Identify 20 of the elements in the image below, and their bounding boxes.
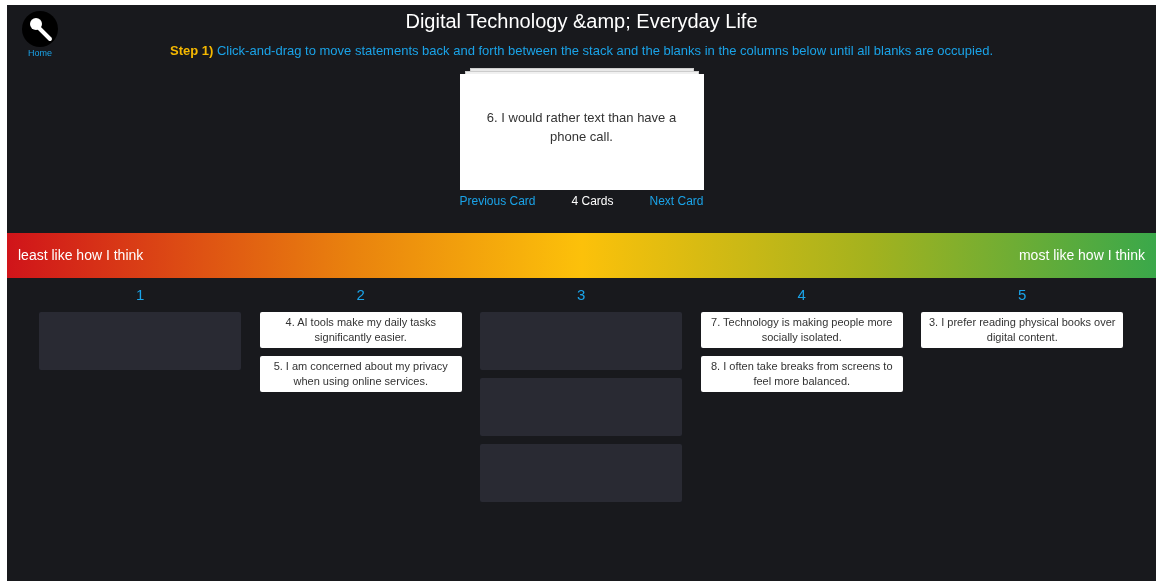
magnifier-icon bbox=[22, 11, 58, 47]
statement-card[interactable]: 3. I prefer reading physical books over digital content. bbox=[921, 312, 1124, 348]
page-title: Digital Technology &amp; Everyday Life bbox=[405, 9, 758, 34]
column-number: 4 bbox=[797, 286, 806, 304]
column-number: 1 bbox=[136, 286, 145, 304]
statement-card[interactable]: 7. Technology is making people more socially isolated. bbox=[700, 312, 903, 348]
column-number: 5 bbox=[1018, 286, 1027, 304]
card-count: 4 Cards bbox=[571, 193, 614, 209]
scale-right-label: most like how I think bbox=[1018, 246, 1145, 265]
previous-card-link[interactable]: Previous Card bbox=[459, 193, 536, 209]
home-link[interactable]: Home bbox=[19, 11, 61, 58]
statement-card[interactable]: 8. I often take breaks from screens to feel more balanced. bbox=[700, 356, 903, 392]
next-card-link[interactable]: Next Card bbox=[649, 193, 704, 209]
statement-card[interactable]: 4. AI tools make my daily tasks significantly easier. bbox=[259, 312, 462, 348]
column-number: 3 bbox=[577, 286, 586, 304]
statement-card[interactable]: 5. I am concerned about my privacy when using online services. bbox=[259, 356, 462, 392]
instruction-text: Step 1) Click-and-drag to move statements back and forth between the stack and the blanks in the columns below until all blanks are occupied. bbox=[169, 42, 994, 60]
column-number: 2 bbox=[356, 286, 365, 304]
scale-left-label: least like how I think bbox=[18, 246, 144, 265]
statement-card[interactable]: 6. I would rather text than have a phone call. bbox=[459, 74, 704, 190]
